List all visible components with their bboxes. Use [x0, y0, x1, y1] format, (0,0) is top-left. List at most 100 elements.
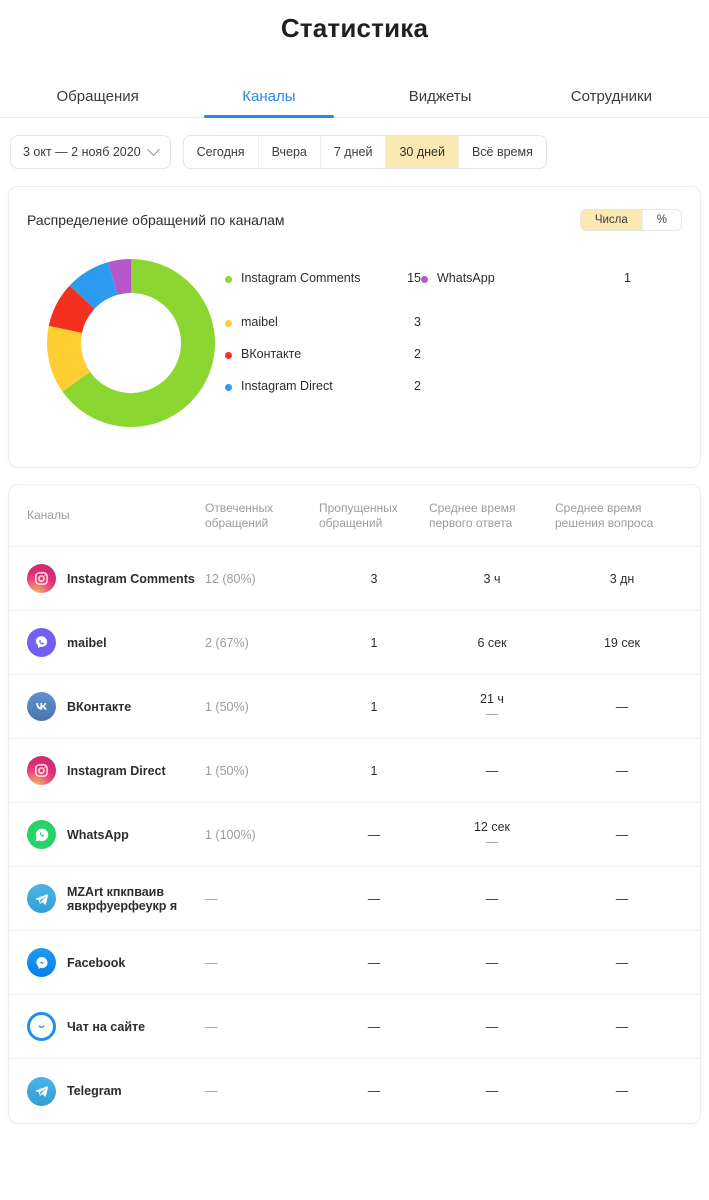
cell-first-reply: —	[485, 1019, 499, 1034]
legend-color-dot	[421, 276, 428, 283]
period-preset-2[interactable]: 7 дней	[321, 136, 387, 168]
cell-solve-time: 3 дн	[609, 571, 635, 586]
period-preset-4[interactable]: Всё время	[459, 136, 546, 168]
tab-1[interactable]: Каналы	[183, 88, 354, 118]
cell-missed: 1	[370, 699, 378, 714]
legend-column-1: Instagram Comments 15 maibel 3 ВКонтакте 2 Ins…	[225, 271, 421, 411]
legend-item[interactable]: ВКонтакте 2	[225, 347, 421, 379]
table-row[interactable]: Чат на сайте — — — —	[9, 995, 700, 1059]
cell-solve-time: —	[615, 1084, 629, 1098]
value-format-option-0[interactable]: Числа	[580, 210, 643, 230]
period-preset-3[interactable]: 30 дней	[386, 136, 459, 168]
tab-3[interactable]: Сотрудники	[526, 88, 697, 117]
cell-missed: —	[367, 1019, 381, 1034]
channel-name: Telegram	[67, 1084, 122, 1098]
cell-solve-time: —	[615, 1019, 629, 1034]
tab-bar: Обращения Каналы Виджеты Сотрудники	[0, 72, 709, 118]
site-chat-icon	[27, 1012, 56, 1041]
instagram-icon	[27, 756, 56, 785]
telegram-icon	[27, 884, 56, 913]
value-format-option-1[interactable]: %	[643, 210, 681, 230]
legend-item[interactable]: Instagram Direct 2	[225, 379, 421, 411]
donut-svg	[47, 259, 215, 427]
legend-color-dot	[225, 320, 232, 327]
value-main: 12 сек	[473, 819, 511, 834]
donut-chart	[27, 249, 225, 442]
cell-answered: 12 (80%)	[205, 571, 256, 586]
table-row[interactable]: Instagram Direct 1 (50%) 1 — —	[9, 739, 700, 803]
whatsapp-icon	[27, 820, 56, 849]
cell-channel: Чат на сайте	[27, 1012, 205, 1041]
cell-missed: —	[367, 827, 381, 842]
table-row[interactable]: WhatsApp 1 (100%) —12 сек — —	[9, 803, 700, 867]
table-row[interactable]: ВКонтакте 1 (50%) 1 21 ч — —	[9, 675, 700, 739]
cell-missed: 3	[370, 571, 378, 586]
filter-bar: 3 окт — 2 нояб 2020 Сегодня Вчера 7 дней 30…	[0, 118, 709, 169]
cell-answered: —	[205, 1084, 218, 1098]
legend-item[interactable]: Instagram Comments 15	[225, 271, 421, 315]
legend-item[interactable]: maibel 3	[225, 315, 421, 347]
period-preset-0[interactable]: Сегодня	[184, 136, 259, 168]
legend-label: Instagram Comments	[241, 271, 361, 285]
cell-missed: —	[367, 891, 381, 906]
cell-first-reply: 3 ч	[483, 571, 501, 586]
channel-name: ВКонтакте	[67, 699, 132, 714]
tab-0[interactable]: Обращения	[12, 88, 183, 117]
cell-answered: —	[205, 955, 218, 970]
cell-missed: —	[367, 955, 381, 970]
legend-item[interactable]: WhatsApp 1	[421, 271, 631, 303]
cell-channel: Instagram Comments	[27, 564, 205, 593]
cell-channel: maibel	[27, 628, 205, 657]
date-range-picker[interactable]: 3 окт — 2 нояб 2020	[10, 135, 171, 169]
cell-first-reply: —	[485, 1084, 499, 1098]
chart-body: Instagram Comments 15 maibel 3 ВКонтакте 2 Ins…	[9, 231, 700, 442]
cell-solve-time: —	[615, 955, 629, 970]
column-header-first-reply: Среднее время первого ответа	[429, 500, 516, 530]
cell-missed: 1	[370, 763, 378, 778]
tab-2[interactable]: Виджеты	[355, 88, 526, 117]
legend-label: ВКонтакте	[241, 347, 302, 361]
legend-value: 2	[414, 347, 421, 361]
cell-missed: 1	[370, 635, 378, 650]
table-row[interactable]: Telegram — — — —	[9, 1059, 700, 1123]
legend-label: maibel	[241, 315, 278, 329]
cell-first-reply: 12 сек —	[429, 820, 555, 850]
legend-value: 3	[414, 315, 421, 329]
legend-color-dot	[225, 276, 232, 283]
legend-label: WhatsApp	[437, 271, 495, 285]
cell-solve-time: —	[615, 699, 629, 714]
channels-table: Каналы Отвеченных обращений Пропущенных …	[8, 484, 701, 1124]
table-row[interactable]: MZArt кпкпваив явкрфуерфеукр я — — — —	[9, 867, 700, 931]
date-range-label: 3 окт — 2 нояб 2020	[23, 145, 141, 159]
legend-color-dot	[225, 352, 232, 359]
table-row[interactable]: Instagram Comments 12 (80%) 3 3 ч 3 дн	[9, 547, 700, 611]
chevron-down-icon	[146, 142, 160, 156]
table-row[interactable]: maibel 2 (67%) 1 6 сек 19 сек	[9, 611, 700, 675]
cell-first-reply: 21 ч —	[429, 692, 555, 722]
telegram-icon	[27, 1076, 56, 1106]
chart-header: Распределение обращений по каналам Числа…	[9, 187, 700, 231]
table-row[interactable]: Facebook — — — —	[9, 931, 700, 995]
cell-solve-time: 19 сек	[603, 635, 641, 650]
cell-channel: Instagram Direct	[27, 756, 205, 785]
channel-name: WhatsApp	[67, 827, 129, 842]
instagram-icon	[27, 564, 56, 593]
column-header-answered: Отвеченных обращений	[205, 500, 274, 530]
legend-value: 1	[624, 271, 631, 285]
channel-name: Facebook	[67, 955, 126, 970]
cell-answered: —	[205, 1019, 218, 1034]
chart-title: Распределение обращений по каналам	[27, 212, 285, 228]
channel-name: maibel	[67, 635, 107, 650]
column-header-solve-time: Среднее время решения вопроса	[555, 500, 654, 530]
channel-name: Instagram Direct	[67, 763, 166, 778]
channel-name: Чат на сайте	[67, 1019, 146, 1034]
column-header-channels: Каналы	[27, 508, 70, 522]
value-main: 21 ч	[480, 691, 504, 706]
cell-channel: Telegram	[27, 1076, 205, 1106]
chart-legend: Instagram Comments 15 maibel 3 ВКонтакте 2 Ins…	[225, 249, 682, 411]
legend-color-dot	[225, 384, 232, 391]
period-preset-1[interactable]: Вчера	[259, 136, 321, 168]
cell-solve-time: —	[615, 827, 629, 842]
viber-icon	[27, 628, 56, 657]
channel-name: MZArt кпкпваив явкрфуерфеукр я	[67, 884, 178, 913]
